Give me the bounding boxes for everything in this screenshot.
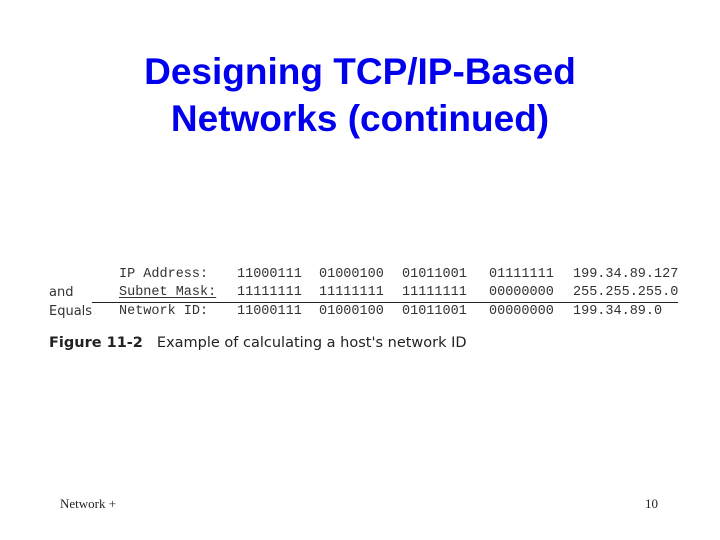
octet-cell: 01111111 xyxy=(489,267,554,282)
decimal-cell: 199.34.89.0 xyxy=(573,304,663,319)
octet-cell: 01000100 xyxy=(319,304,384,319)
row-prefix-and: and xyxy=(49,285,74,300)
octet-cell: 11000111 xyxy=(237,304,302,319)
octet-cell: 00000000 xyxy=(489,304,554,319)
octet-cell: 11111111 xyxy=(237,285,302,300)
figure-caption: Figure 11-2 Example of calculating a host… xyxy=(49,335,467,351)
octet-cell: 01000100 xyxy=(319,267,384,282)
octet-cell: 11111111 xyxy=(319,285,384,300)
sum-rule-divider xyxy=(92,302,678,303)
decimal-cell: 199.34.89.127 xyxy=(573,267,679,282)
octet-cell: 01011001 xyxy=(402,304,467,319)
row-label-ip-address: IP Address: xyxy=(119,267,209,282)
figure-caption-text: Example of calculating a host's network … xyxy=(156,335,467,351)
octet-cell: 01011001 xyxy=(402,267,467,282)
octet-cell: 11000111 xyxy=(237,267,302,282)
figure-caption-label: Figure 11-2 xyxy=(49,335,143,351)
octet-cell: 00000000 xyxy=(489,285,554,300)
row-prefix-equals: Equals xyxy=(49,304,93,319)
footer-page-number: 10 xyxy=(645,496,658,511)
row-label-subnet-mask: Subnet Mask: xyxy=(119,285,217,300)
figure-network-id-calculation: IP Address: 11000111 01000100 01011001 0… xyxy=(0,0,720,540)
octet-cell: 11111111 xyxy=(402,285,467,300)
footer-course-name: Network + xyxy=(60,496,117,511)
decimal-cell: 255.255.255.0 xyxy=(573,285,679,300)
row-label-network-id: Network ID: xyxy=(119,304,209,319)
